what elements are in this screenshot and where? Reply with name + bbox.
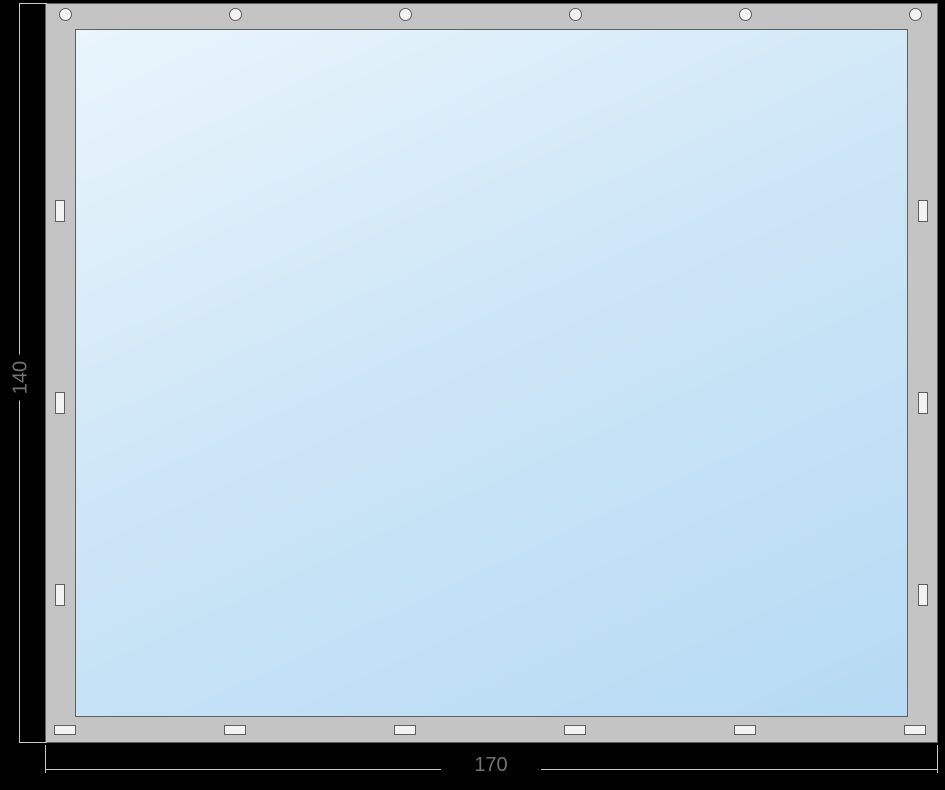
- hole-icon: [399, 8, 412, 21]
- hole-icon: [909, 8, 922, 21]
- slot-icon: [918, 584, 928, 606]
- hole-icon: [59, 8, 72, 21]
- slot-icon: [54, 725, 76, 735]
- slot-icon: [394, 725, 416, 735]
- diagram-canvas: 170 140: [0, 0, 945, 790]
- slot-icon: [55, 200, 65, 222]
- dimension-tick: [19, 3, 47, 4]
- dimension-tick: [19, 742, 47, 743]
- hole-icon: [569, 8, 582, 21]
- slot-icon: [904, 725, 926, 735]
- slot-icon: [55, 392, 65, 414]
- slot-icon: [55, 584, 65, 606]
- slot-icon: [918, 200, 928, 222]
- glass-panel: [75, 29, 908, 717]
- hole-icon: [229, 8, 242, 21]
- slot-icon: [918, 392, 928, 414]
- dimension-width-label: 170: [441, 754, 541, 777]
- slot-icon: [564, 725, 586, 735]
- dimension-height-label: 140: [10, 355, 33, 401]
- hole-icon: [739, 8, 752, 21]
- slot-icon: [224, 725, 246, 735]
- slot-icon: [734, 725, 756, 735]
